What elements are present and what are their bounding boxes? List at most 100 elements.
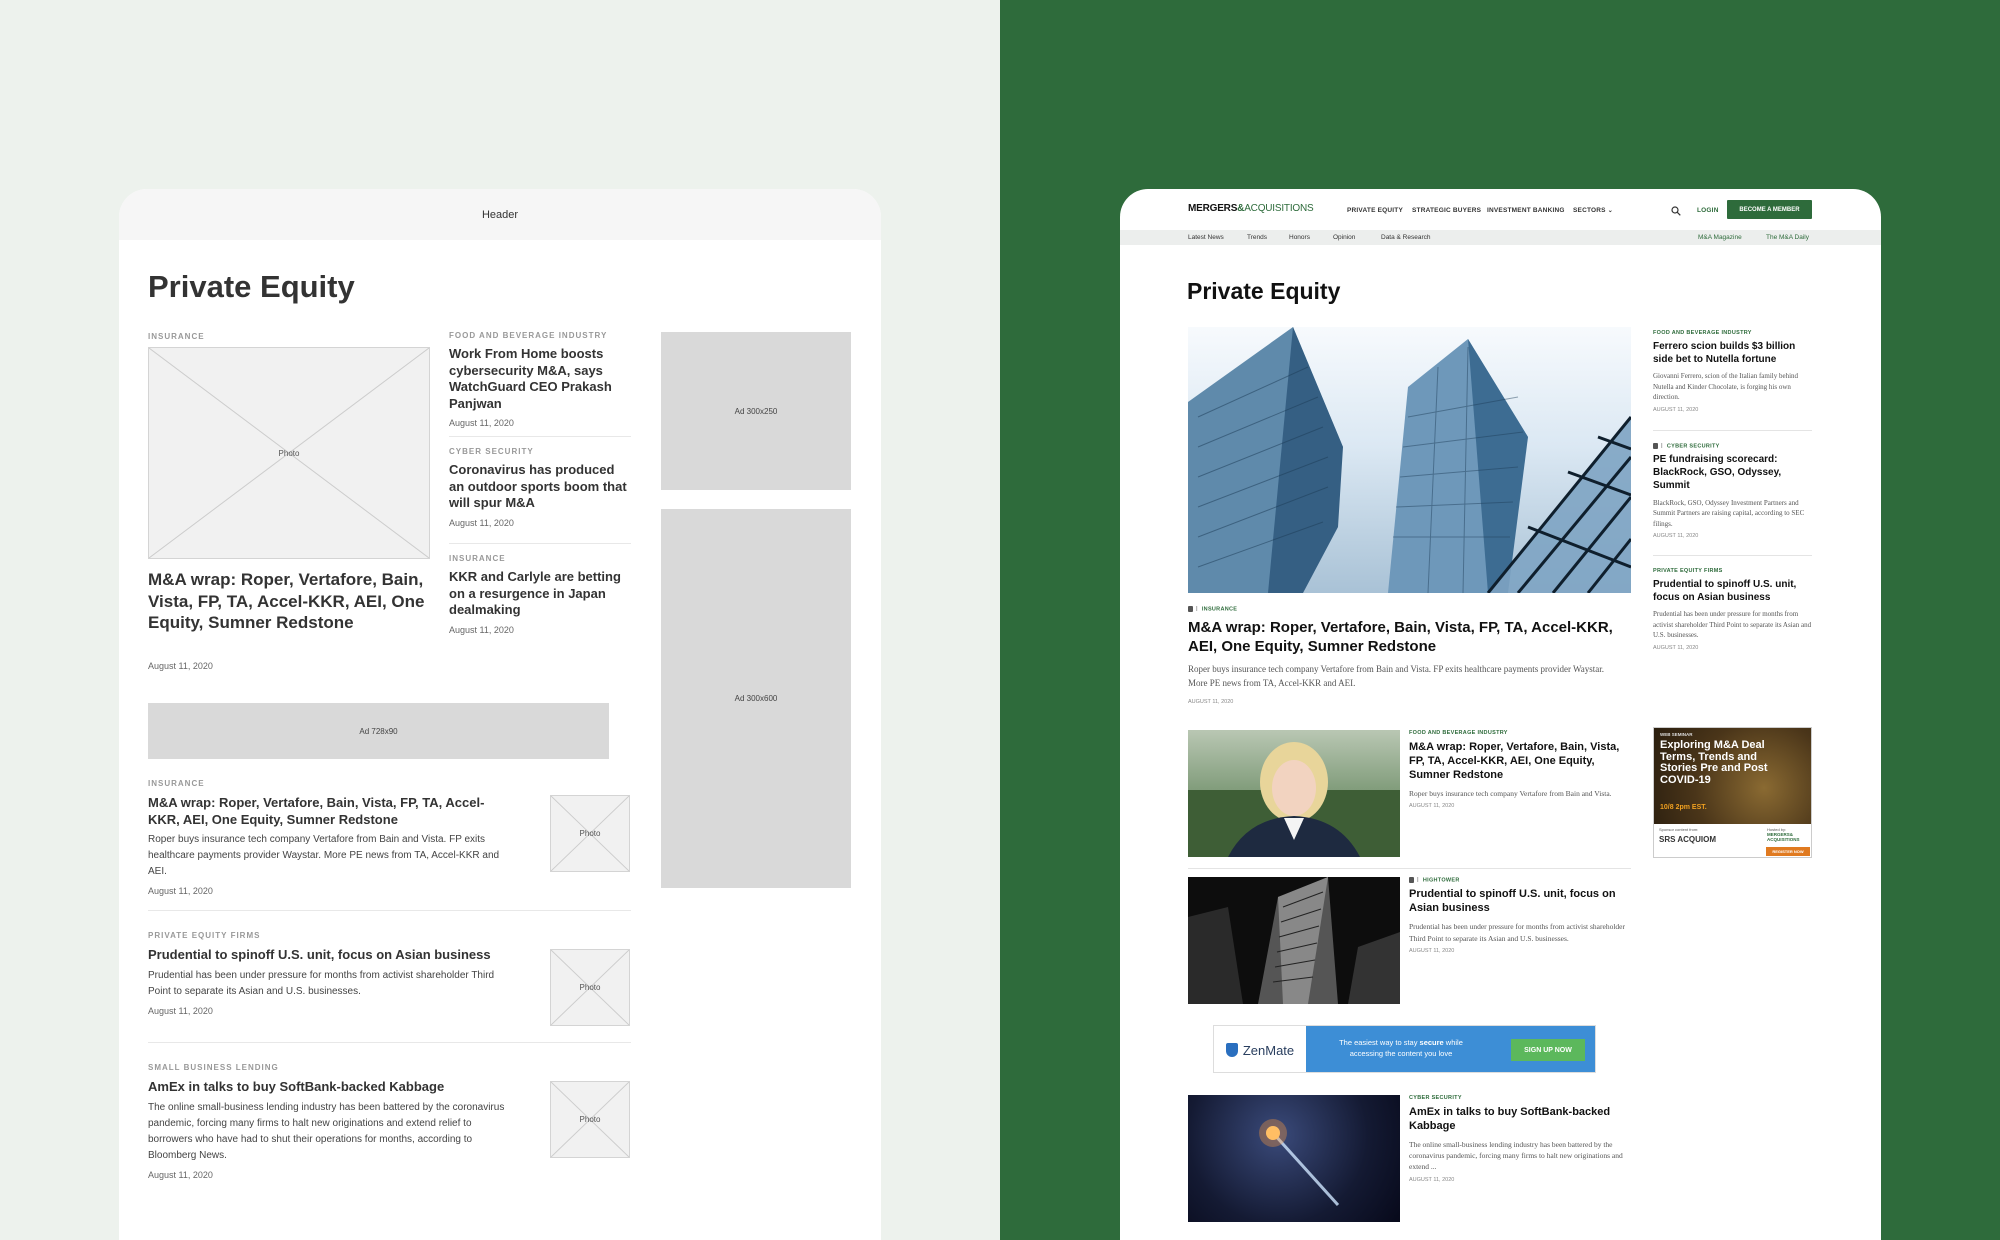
- category-label: PRIVATE EQUITY FIRMS: [1653, 568, 1723, 574]
- sidebar-headline[interactable]: PE fundraising scorecard: BlackRock, GSO…: [1653, 454, 1812, 492]
- list-item: FOOD AND BEVERAGE INDUSTRY M&A wrap: Rop…: [1409, 730, 1631, 809]
- category-label: PRIVATE EQUITY FIRMS: [148, 931, 261, 940]
- list-description: Prudential has been under pressure for m…: [1409, 922, 1625, 943]
- zenmate-text: The easiest way to stay secure while acc…: [1326, 1038, 1476, 1059]
- wireframe-page: Header Private Equity INSURANCE Photo M&…: [119, 189, 881, 1240]
- photo-placeholder[interactable]: Photo: [550, 795, 630, 872]
- list-headline[interactable]: M&A wrap: Roper, Vertafore, Bain, Vista,…: [1409, 741, 1631, 783]
- category-label: FOOD AND BEVERAGE INDUSTRY: [1653, 330, 1752, 336]
- photo-label: Photo: [579, 983, 601, 992]
- hero-image[interactable]: [1188, 327, 1631, 593]
- list-description: The online small-business lending indust…: [1409, 1139, 1623, 1172]
- nav-private-equity[interactable]: PRIVATE EQUITY: [1347, 207, 1403, 214]
- story-photo-comet[interactable]: [1188, 1095, 1400, 1222]
- mockup-page: MERGERS&ACQUISITIONS PRIVATE EQUITY STRA…: [1120, 189, 1881, 1240]
- list-description: Roper buys insurance tech company Vertaf…: [1409, 788, 1612, 798]
- side-story-headline[interactable]: KKR and Carlyle are betting on a resurge…: [449, 569, 631, 619]
- list-description: The online small-business lending indust…: [148, 1101, 505, 1161]
- article-date: August 11, 2020: [148, 886, 213, 896]
- story-photo-woman[interactable]: [1188, 730, 1400, 857]
- register-now-button[interactable]: REGISTER NOW: [1766, 847, 1810, 856]
- list-headline[interactable]: Prudential to spinoff U.S. unit, focus o…: [1409, 888, 1631, 916]
- sign-up-button[interactable]: SIGN UP NOW: [1511, 1039, 1585, 1061]
- chevron-down-icon: ⌄: [1607, 208, 1613, 214]
- category-label: INSURANCE: [449, 554, 506, 563]
- page-title: Private Equity: [1187, 278, 1341, 304]
- page-title: Private Equity: [148, 269, 355, 304]
- article-date: August 11, 2020: [148, 661, 213, 671]
- hero-headline[interactable]: M&A wrap: Roper, Vertafore, Bain, Vista,…: [1188, 618, 1618, 656]
- divider: [1188, 868, 1631, 869]
- list-item: INSURANCE M&A wrap: Roper, Vertafore, Ba…: [148, 779, 631, 910]
- photo-label: Photo: [579, 1115, 601, 1124]
- shield-icon: [1225, 1043, 1238, 1057]
- login-link[interactable]: LOGIN: [1697, 207, 1719, 214]
- ad-300x250[interactable]: Ad 300x250: [661, 332, 851, 490]
- logo-text-acquisitions: ACQUISITIONS: [1244, 203, 1314, 214]
- subnav-ma-magazine[interactable]: M&A Magazine: [1698, 234, 1742, 241]
- article-date: AUGUST 11, 2020: [1653, 533, 1699, 540]
- list-headline[interactable]: AmEx in talks to buy SoftBank-backed Kab…: [1409, 1106, 1631, 1134]
- subnav-opinion[interactable]: Opinion: [1333, 234, 1355, 241]
- search-icon[interactable]: [1671, 203, 1681, 216]
- lock-icon: [1653, 443, 1658, 449]
- subnav-data-research[interactable]: Data & Research: [1381, 234, 1431, 241]
- category-label: FOOD AND BEVERAGE INDUSTRY: [1409, 730, 1508, 736]
- webinar-ad[interactable]: WEB SEMINAR Exploring M&A Deal Terms, Tr…: [1653, 727, 1812, 858]
- article-date: AUGUST 11, 2020: [1409, 803, 1455, 810]
- featured-headline[interactable]: M&A wrap: Roper, Vertafore, Bain, Vista,…: [148, 569, 430, 634]
- sidebar-description: Giovanni Ferrero, scion of the Italian f…: [1653, 372, 1799, 402]
- hero-description: Roper buys insurance tech company Vertaf…: [1188, 664, 1605, 688]
- sidebar-story: | CYBER SECURITY PE fundraising scorecard…: [1653, 431, 1812, 555]
- subnav-trends[interactable]: Trends: [1247, 234, 1267, 241]
- subnav-honors[interactable]: Honors: [1289, 234, 1310, 241]
- sidebar-story: PRIVATE EQUITY FIRMS Prudential to spino…: [1653, 556, 1812, 651]
- sidebar-headline[interactable]: Ferrero scion builds $3 billion side bet…: [1653, 341, 1812, 366]
- zenmate-logo: ZenMate: [1214, 1026, 1306, 1072]
- webinar-time: 10/8 2pm EST.: [1660, 804, 1707, 811]
- site-logo[interactable]: MERGERS&ACQUISITIONS: [1188, 203, 1314, 214]
- story-photo-buildings[interactable]: [1188, 877, 1400, 1004]
- nav-strategic-buyers[interactable]: STRATEGIC BUYERS: [1412, 207, 1481, 214]
- photo-placeholder[interactable]: Photo: [550, 949, 630, 1026]
- side-story-headline[interactable]: Work From Home boosts cybersecurity M&A,…: [449, 346, 631, 412]
- zenmate-text-1: The easiest way to stay: [1339, 1038, 1420, 1047]
- ad-728x90[interactable]: Ad 728x90: [148, 703, 609, 759]
- wireframe-header: Header: [119, 189, 881, 240]
- sidebar-stories: FOOD AND BEVERAGE INDUSTRY Ferrero scion…: [1653, 330, 1812, 651]
- lock-icon: [1409, 877, 1414, 883]
- nav-sectors[interactable]: SECTORS ⌄: [1573, 207, 1613, 214]
- list-item: CYBER SECURITY AmEx in talks to buy Soft…: [1409, 1095, 1631, 1183]
- sidebar-headline[interactable]: Prudential to spinoff U.S. unit, focus o…: [1653, 579, 1812, 604]
- logo-text-mergers: MERGERS: [1188, 203, 1238, 214]
- subnav-ma-daily[interactable]: The M&A Daily: [1766, 234, 1809, 241]
- side-story: FOOD AND BEVERAGE INDUSTRY Work From Hom…: [449, 331, 631, 436]
- photo-placeholder[interactable]: Photo: [550, 1081, 630, 1158]
- list-description: Roper buys insurance tech company Vertaf…: [148, 834, 500, 877]
- list-headline[interactable]: Prudential to spinoff U.S. unit, focus o…: [148, 947, 508, 964]
- category-text: CYBER SECURITY: [1666, 443, 1720, 450]
- article-date: August 11, 2020: [148, 1169, 213, 1180]
- sidebar-description: Prudential has been under pressure for m…: [1653, 610, 1812, 640]
- list-headline[interactable]: M&A wrap: Roper, Vertafore, Bain, Vista,…: [148, 795, 508, 828]
- story-list: INSURANCE M&A wrap: Roper, Vertafore, Ba…: [148, 779, 631, 1180]
- zenmate-ad[interactable]: ZenMate The easiest way to stay secure w…: [1213, 1025, 1596, 1073]
- article-date: AUGUST 11, 2020: [1653, 406, 1699, 413]
- ad-300x600[interactable]: Ad 300x600: [661, 509, 851, 888]
- list-headline[interactable]: AmEx in talks to buy SoftBank-backed Kab…: [148, 1079, 508, 1096]
- side-story: INSURANCE KKR and Carlyle are betting on…: [449, 544, 631, 635]
- article-date: August 11, 2020: [449, 517, 514, 528]
- category-label: INSURANCE: [1201, 606, 1238, 613]
- photo-placeholder[interactable]: Photo: [148, 347, 430, 559]
- become-member-button[interactable]: BECOME A MEMBER: [1727, 200, 1812, 219]
- sponsor-label: Sponsor content from:: [1659, 827, 1699, 832]
- lock-icon: [1188, 606, 1193, 612]
- sidebar-description: BlackRock, GSO, Odyssey Investment Partn…: [1653, 498, 1805, 528]
- subnav-latest-news[interactable]: Latest News: [1188, 234, 1224, 241]
- zenmate-text-bold: secure: [1419, 1038, 1444, 1047]
- side-story-headline[interactable]: Coronavirus has produced an outdoor spor…: [449, 462, 631, 512]
- nav-investment-banking[interactable]: INVESTMENT BANKING: [1487, 207, 1565, 214]
- side-story: CYBER SECURITY Coronavirus has produced …: [449, 437, 631, 543]
- category-label: FOOD AND BEVERAGE INDUSTRY: [449, 331, 608, 340]
- category-label: CYBER SECURITY: [449, 447, 534, 456]
